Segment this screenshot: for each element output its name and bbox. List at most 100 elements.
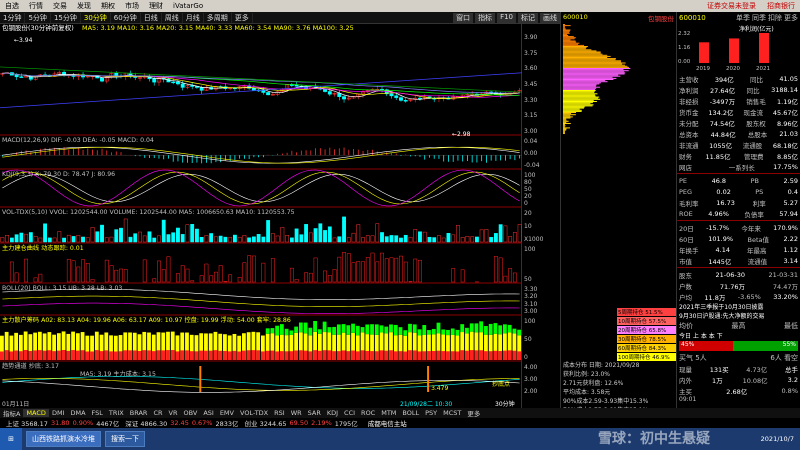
news-ticker[interactable]: 成都电信主站 — [368, 418, 407, 428]
candle — [418, 97, 422, 100]
indicator-tab[interactable]: MCST — [440, 409, 464, 417]
cost-bar — [563, 68, 631, 69]
cost-bar — [563, 130, 565, 132]
float-chip-bar — [503, 324, 507, 334]
cost-bar — [563, 29, 571, 31]
volume-bar — [204, 235, 209, 243]
indicator-tab[interactable]: KDJ — [324, 409, 341, 417]
volume-bar — [470, 236, 475, 243]
indicator-tab[interactable]: PSY — [422, 409, 440, 417]
indicator-tab[interactable]: FSL — [89, 409, 106, 417]
cost-bar — [563, 92, 595, 94]
indicator-tab[interactable]: OBV — [180, 409, 200, 417]
menu-item[interactable]: 自选 — [0, 1, 24, 11]
indicator-tab[interactable]: SAR — [305, 409, 324, 417]
volume-bar — [346, 237, 351, 243]
volume-bar — [323, 230, 327, 243]
indicator-tab[interactable]: DMI — [49, 409, 68, 417]
period-button[interactable]: 更多 — [232, 12, 253, 23]
menu-item[interactable]: iVatarGo — [168, 2, 208, 10]
quote-tab[interactable]: 同季 — [752, 14, 766, 22]
right-axis: 3.90 3.75 3.60 3.45 3.30 3.15 3.00 0.04 0.00 -0.0… — [522, 24, 560, 414]
cost-bar — [563, 109, 582, 111]
indicator-tab[interactable]: BRAR — [127, 409, 151, 417]
period-toolbar: 1分钟 5分钟 15分钟 30分钟 60分钟 日线 周线 月线 多周期 更多 窗口 指标 F10 标记 画线 — [0, 12, 560, 24]
cost-bar — [563, 33, 568, 35]
indicator-tab[interactable]: WR — [288, 409, 305, 417]
cost-distribution-chart — [563, 24, 631, 134]
quote-cell: 5.27 — [783, 198, 798, 207]
cost-bar — [563, 72, 626, 74]
float-chip-bar — [507, 324, 512, 333]
notice-line[interactable]: 9月30日沪股通:先大净额的交易 — [677, 311, 800, 320]
cost-bar — [563, 65, 628, 67]
menu-item[interactable]: 理财 — [144, 1, 168, 11]
toolbar-button[interactable]: 指标 — [475, 12, 496, 23]
main-chip-bar — [517, 351, 522, 360]
menu-item[interactable]: 期权 — [96, 1, 120, 11]
axis-tick: 80 — [524, 179, 532, 186]
indicator-tab[interactable]: BOLL — [399, 409, 422, 417]
indicator-tab[interactable]: RSI — [271, 409, 288, 417]
volume-bar — [142, 235, 147, 243]
quote-tab[interactable]: 单季 — [736, 14, 750, 22]
accumulation-bar — [157, 260, 161, 283]
period-button[interactable]: 月线 — [183, 12, 204, 23]
quote-cell: 101.9% — [708, 234, 734, 243]
period-button[interactable]: 多周期 — [204, 12, 232, 23]
toolbar-button[interactable]: 画线 — [540, 12, 560, 23]
period-button[interactable]: 日线 — [141, 12, 162, 23]
taskbar-item[interactable]: 搜索一下 — [105, 431, 145, 447]
taskbar-item[interactable]: 山西铁路抓演水冷堆 — [26, 431, 101, 447]
indicator-tab[interactable]: DMA — [67, 409, 88, 417]
indicator-tab[interactable]: CR — [150, 409, 165, 417]
main-chip-bar — [498, 351, 503, 360]
menu-item[interactable]: 行情 — [24, 1, 48, 11]
indicator-tab[interactable]: EMV — [217, 409, 237, 417]
volume-bar — [209, 233, 214, 243]
period-button[interactable]: 5分钟 — [25, 12, 51, 23]
toolbar-button[interactable]: 窗口 — [453, 12, 474, 23]
menu-item[interactable]: 发现 — [72, 1, 96, 11]
period-button[interactable]: 60分钟 — [111, 12, 141, 23]
indicator-tab[interactable]: MACD — [23, 409, 49, 417]
indicator-tab[interactable]: 指标A — [0, 408, 23, 418]
accumulation-bar — [351, 262, 356, 283]
login-warning[interactable]: 证券交易未登录 — [707, 1, 756, 11]
float-chip-bar — [465, 327, 469, 334]
quote-tab[interactable]: 更多 — [784, 14, 798, 22]
indicator-tab[interactable]: CCI — [341, 409, 358, 417]
period-button[interactable]: 1分钟 — [0, 12, 26, 23]
indicator-tab[interactable]: 更多 — [464, 408, 483, 418]
index-value: 深证 4866.30 — [125, 420, 168, 428]
taskbar-date[interactable]: 2021/10/7 — [761, 435, 794, 443]
indicator-tab[interactable]: MTM — [378, 409, 399, 417]
notice-line[interactable]: 2021年三季报于10月30日披露 — [677, 302, 800, 311]
indicator-tab[interactable]: ROC — [358, 409, 378, 417]
main-chip-bar — [446, 351, 450, 360]
indicator-tab[interactable]: TRIX — [106, 409, 127, 417]
volume-bar — [242, 235, 247, 243]
chart-area[interactable]: 包钢股份(30分钟前复权) MA5: 3.19 MA10: 3.16 MA20: … — [0, 24, 522, 408]
start-button[interactable]: ⊞ — [0, 428, 22, 450]
indicator-tab[interactable]: VR — [166, 409, 181, 417]
period-button[interactable]: 30分钟 — [81, 12, 111, 23]
bank-label[interactable]: 招商银行 — [762, 1, 800, 11]
toolbar-button[interactable]: F10 — [497, 12, 516, 23]
quote-tab[interactable]: 扣除 — [768, 14, 782, 22]
period-button[interactable]: 15分钟 — [51, 12, 81, 23]
period-button[interactable]: 周线 — [162, 12, 183, 23]
toolbar-button[interactable]: 标记 — [518, 12, 538, 23]
indicator-tab[interactable]: ASI — [200, 409, 217, 417]
main-chip-bar — [427, 351, 431, 360]
volume-bar — [441, 237, 446, 243]
indicator-tab[interactable]: VOL-TDX — [237, 409, 271, 417]
chart-canvas[interactable]: 包钢股份(30分钟前复权) MA5: 3.19 MA10: 3.16 MA20: … — [0, 24, 522, 408]
menu-item[interactable]: 市场 — [120, 1, 144, 11]
main-chip-bar — [14, 350, 19, 360]
main-chip-bar — [503, 350, 507, 360]
volume-bar — [247, 237, 252, 243]
candle — [327, 91, 332, 95]
menu-item[interactable]: 交易 — [48, 1, 72, 11]
x-axis-period: 30分钟 — [495, 400, 515, 408]
